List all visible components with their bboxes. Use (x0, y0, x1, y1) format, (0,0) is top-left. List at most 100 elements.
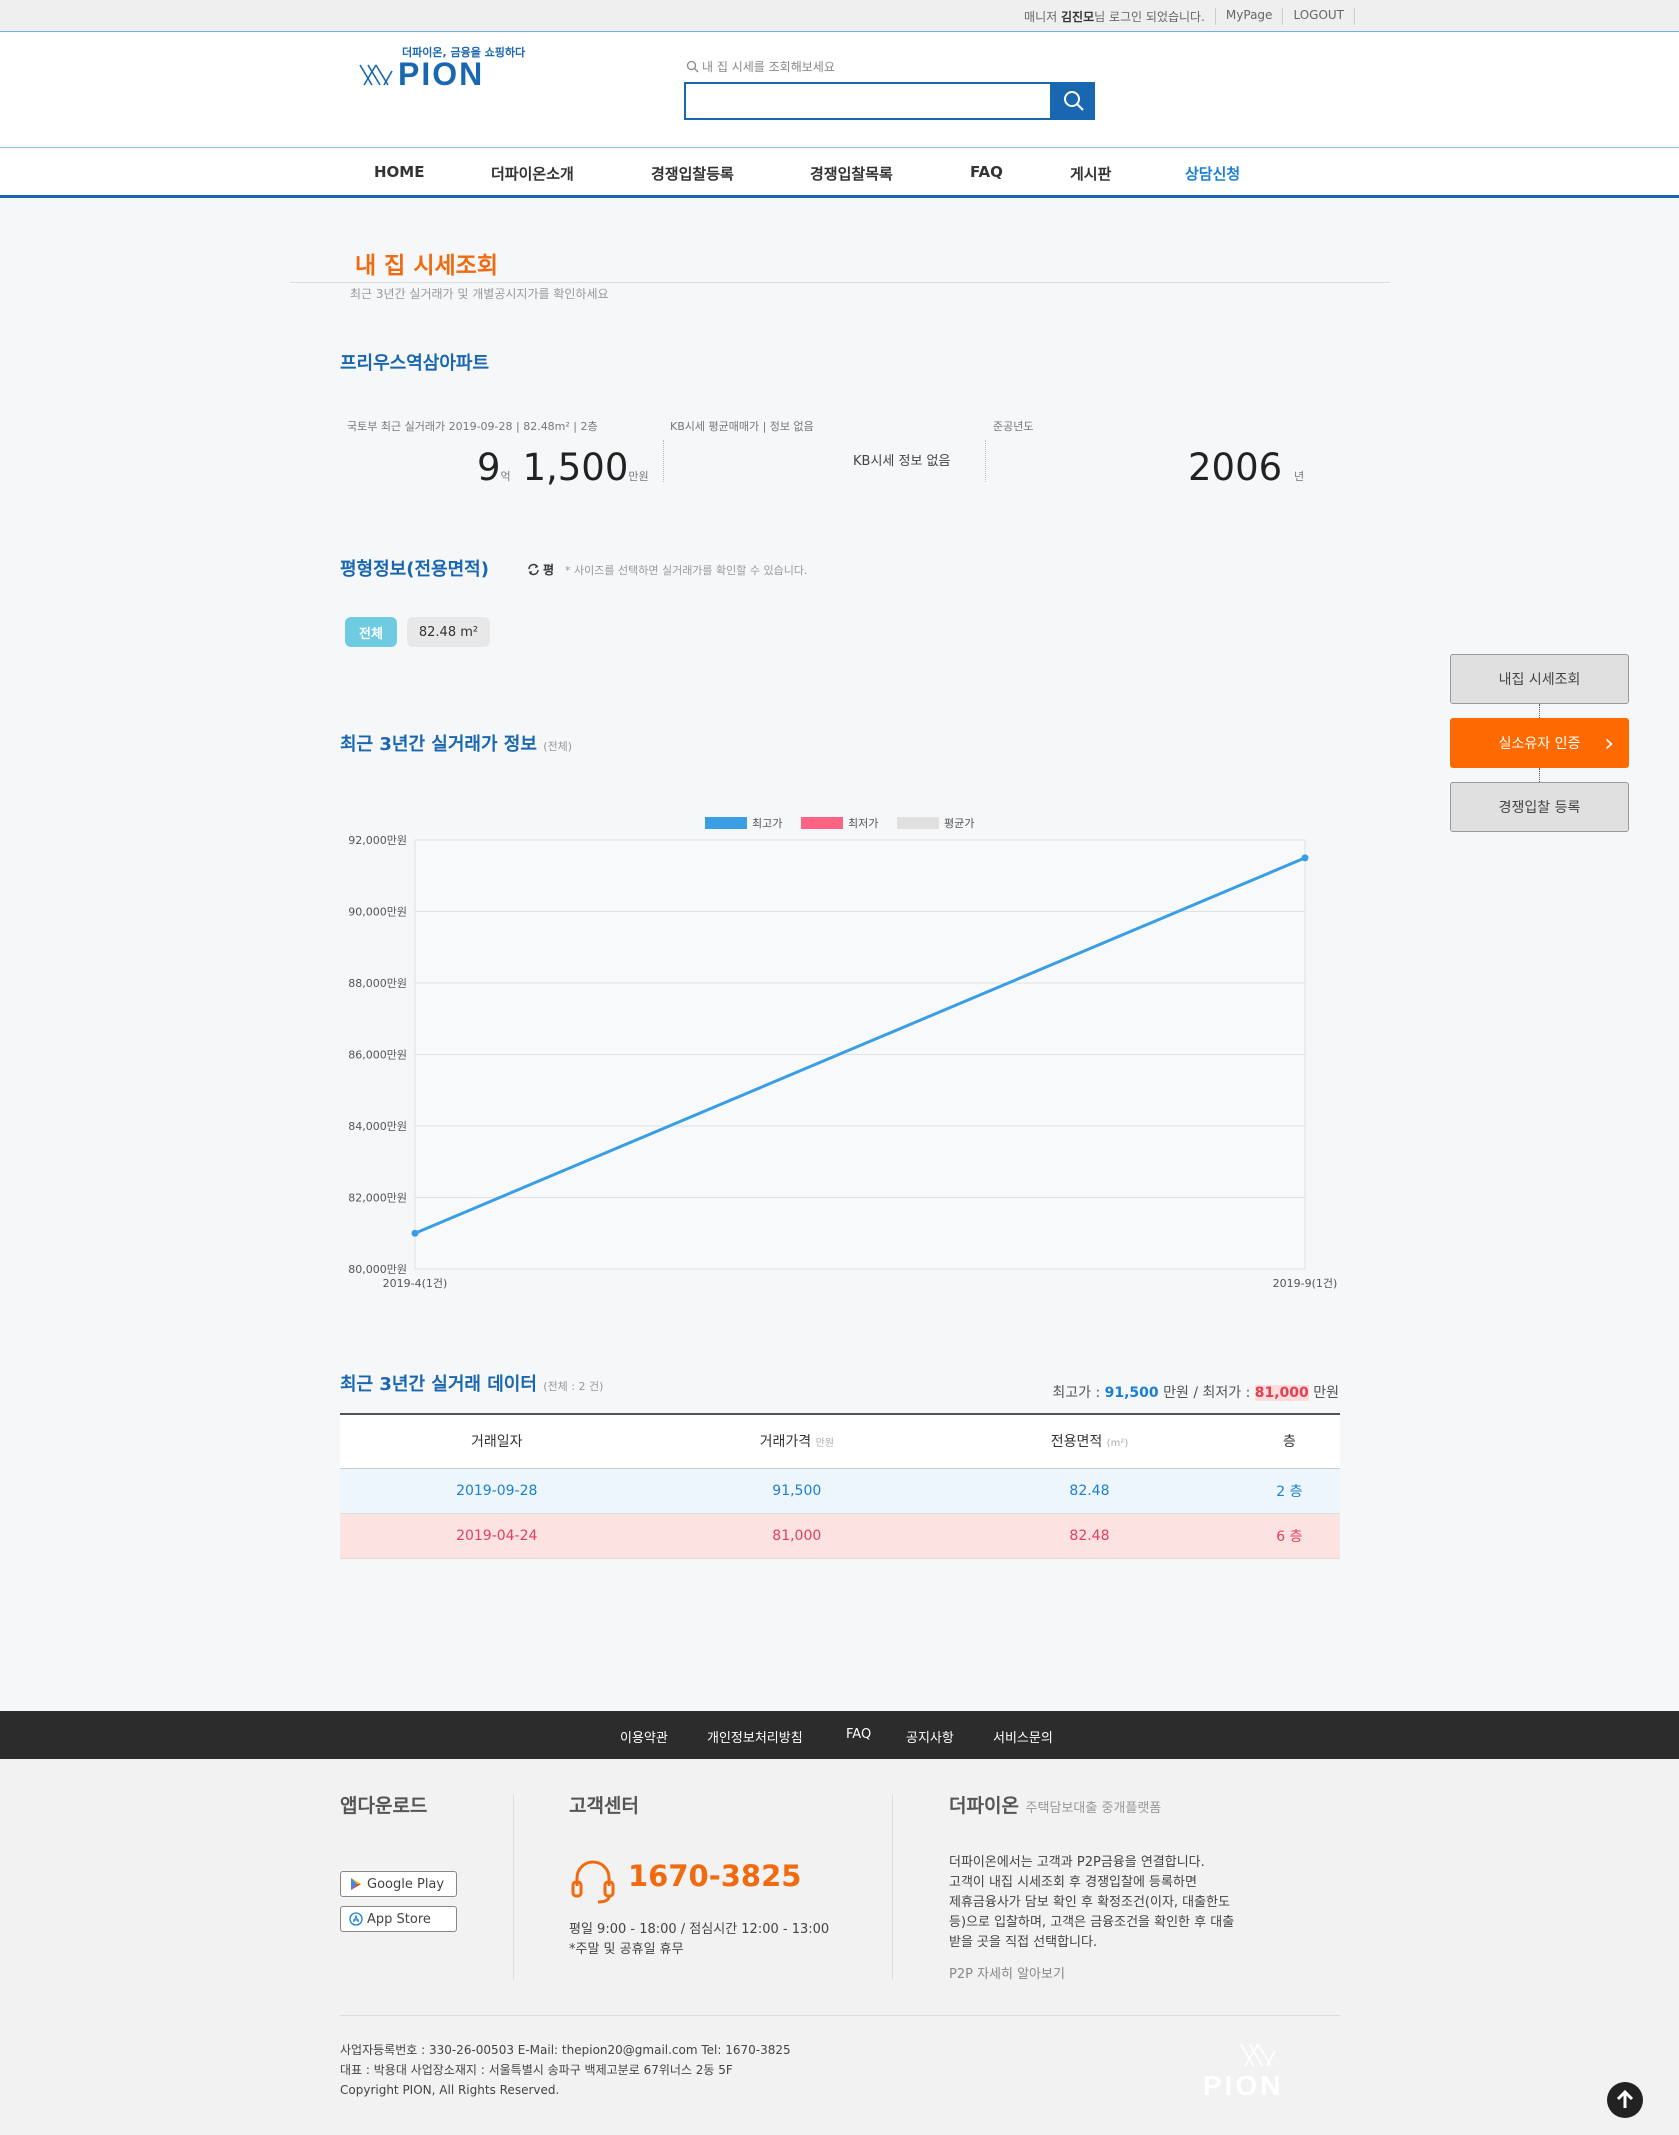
about-title: 더파이온 주택담보대출 중개플랫폼 (949, 1791, 1161, 1818)
summary-max-label: 최고가 : (1052, 1385, 1101, 1401)
login-greeting: 매니저 김진모님 로그인 되었습니다. (1014, 8, 1216, 25)
y-tick-label: 82,000만원 (348, 1192, 407, 1205)
about-line: 고객이 내집 시세조회 후 경쟁입찰에 등록하면 (949, 1875, 1197, 1890)
size-info-title: 평형정보(전용면적) (340, 559, 489, 580)
nav-about[interactable]: 더파이온소개 (491, 163, 574, 184)
nav-bid-list[interactable]: 경쟁입찰목록 (810, 163, 893, 184)
nav-consult[interactable]: 상담신청 (1185, 163, 1240, 184)
side-price-lookup-button[interactable]: 내집 시세조회 (1450, 654, 1629, 704)
stat-divider (985, 440, 986, 482)
scroll-top-button[interactable] (1607, 2082, 1643, 2118)
footer-notice-link[interactable]: 공지사항 (906, 1727, 954, 1746)
side-connector (1539, 768, 1540, 782)
side-bid-register-button[interactable]: 경쟁입찰 등록 (1450, 782, 1629, 832)
size-chip-82[interactable]: 82.48 m² (407, 617, 490, 647)
table-title-tag: (전체 : 2 건) (543, 1380, 604, 1393)
search-button[interactable] (1052, 82, 1095, 120)
search-hint: 내 집 시세를 조회해보세요 (686, 58, 835, 75)
year-unit: 년 (1293, 470, 1305, 483)
year-value: 2006 년 (1188, 446, 1304, 489)
kb-value: KB시세 정보 없음 (853, 454, 951, 469)
nav-faq[interactable]: FAQ (970, 163, 1003, 181)
about-title-text: 더파이온 (949, 1795, 1019, 1817)
col-price: 거래가격 만원 (653, 1413, 941, 1469)
trade-label: 국토부 최근 실거래가 2019-09-28 | 82.48m² | 2층 (347, 420, 598, 433)
about-line: 등)으로 입찰하며, 고객은 금융조건을 확인한 후 대출 (949, 1915, 1235, 1930)
cell-price: 81,000 (653, 1513, 941, 1559)
footer-privacy-link[interactable]: 개인정보처리방침 (707, 1727, 803, 1746)
user-name: 김진모 (1060, 10, 1095, 24)
page-subtitle: 최근 3년간 실거래가 및 개별공시지가를 확인하세요 (350, 287, 609, 301)
page-title: 내 집 시세조회 (355, 253, 498, 279)
nav-board[interactable]: 게시판 (1070, 163, 1111, 184)
eok-unit: 억 (500, 470, 511, 483)
summary-max-value: 91,500 (1104, 1385, 1159, 1401)
search-hint-text: 내 집 시세를 조회해보세요 (702, 60, 835, 74)
unit-toggle[interactable]: 평 (527, 561, 554, 578)
trade-man: 1,500 (522, 446, 629, 489)
legend-swatch (801, 817, 843, 829)
about-description: 더파이온에서는 고객과 P2P금융을 연결합니다. 고객이 내집 시세조회 후 … (949, 1853, 1234, 1953)
main-nav: HOME 더파이온소개 경쟁입찰등록 경쟁입찰목록 FAQ 게시판 상담신청 (0, 149, 1679, 198)
search-icon (1063, 91, 1084, 111)
trade-price: 9억 1,500만원 (477, 446, 649, 489)
about-line: 받을 곳을 직접 선택합니다. (949, 1935, 1098, 1950)
customer-center-title: 고객센터 (569, 1795, 639, 1817)
man-unit: 만원 (628, 470, 649, 483)
footer-faq-link[interactable]: FAQ (846, 1727, 871, 1742)
price-summary: 최고가 : 91,500 만원 / 최저가 : 81,000 만원 (1052, 1382, 1339, 1402)
table-title-text: 최근 3년간 실거래 데이터 (340, 1374, 537, 1395)
app-store-icon (349, 1912, 363, 1926)
trade-eok: 9 (477, 446, 501, 489)
p2p-more-link[interactable]: P2P 자세히 알아보기 (949, 1965, 1065, 1985)
year-number: 2006 (1188, 446, 1283, 489)
nav-bid-register[interactable]: 경쟁입찰등록 (651, 163, 734, 184)
search-hint-icon (686, 60, 699, 73)
col-date-label: 거래일자 (470, 1434, 523, 1451)
chart-title-text: 최근 3년간 실거래가 정보 (340, 734, 537, 755)
business-line: 사업자등록번호 : 330-26-00503 E-Mail: thepion20… (340, 2043, 791, 2057)
footer-divider (513, 1795, 514, 1980)
mypage-link[interactable]: MyPage (1216, 8, 1284, 25)
about-subtitle: 주택담보대출 중개플랫폼 (1025, 1801, 1162, 1816)
price-line-chart: 80,000만원 82,000만원 84,000만원 86,000만원 88,000만원… (348, 817, 1338, 1290)
table-header-row: 거래일자 거래가격 만원 전용면적 (m²) 층 (340, 1413, 1340, 1469)
copyright: Copyright PION, All Rights Reserved. (340, 2083, 560, 2097)
x-tick-label: 2019-9(1건) (1273, 1277, 1338, 1290)
side-owner-verify-button[interactable]: 실소유자 인증 › (1450, 718, 1629, 768)
side-connector (1539, 704, 1540, 718)
app-store-button[interactable]: App Store (340, 1906, 457, 1932)
logo[interactable]: 더파이온, 금융을 쇼핑하다 PION (358, 44, 525, 94)
search-input[interactable] (684, 82, 1052, 120)
cell-date: 2019-09-28 (340, 1468, 654, 1514)
footer-inquiry-link[interactable]: 서비스문의 (993, 1727, 1053, 1746)
kb-label: KB시세 평균매매가 | 정보 없음 (670, 420, 814, 433)
side-owner-verify-label: 실소유자 인증 (1498, 736, 1581, 752)
google-play-button[interactable]: Google Play (340, 1871, 457, 1897)
summary-min-value: 81,000 (1254, 1385, 1309, 1401)
col-price-unit: 만원 (815, 1438, 834, 1450)
nav-home[interactable]: HOME (374, 163, 424, 181)
cell-area: 82.48 (940, 1468, 1239, 1514)
phone-number[interactable]: 1670-3825 (628, 1859, 801, 1893)
size-chip-all[interactable]: 전체 (345, 617, 397, 647)
legend-swatch (705, 817, 747, 829)
app-store-label: App Store (367, 1911, 431, 1927)
top-bar: 매니저 김진모님 로그인 되었습니다. MyPage LOGOUT (0, 0, 1679, 32)
data-point (411, 1229, 419, 1237)
transaction-table: 거래일자 거래가격 만원 전용면적 (m²) 층 2019-09-28 91,5… (340, 1413, 1340, 1559)
google-play-label: Google Play (367, 1876, 445, 1892)
cell-date: 2019-04-24 (340, 1513, 654, 1559)
logout-link[interactable]: LOGOUT (1283, 8, 1355, 25)
chart-title-tag: (전체) (543, 740, 573, 753)
footer-line (340, 2015, 1340, 2016)
cell-floor: 2 층 (1238, 1468, 1340, 1514)
logo-mark-icon (359, 64, 393, 86)
summary-min-label: 만원 / 최저가 : (1163, 1385, 1251, 1401)
chevron-right-icon: › (1604, 729, 1614, 757)
x-tick-label: 2019-4(1건) (383, 1277, 448, 1290)
summary-unit: 만원 (1313, 1385, 1339, 1401)
footer-terms-link[interactable]: 이용약관 (620, 1727, 668, 1746)
legend-label: 최저가 (848, 817, 878, 830)
business-info: 사업자등록번호 : 330-26-00503 E-Mail: thepion20… (340, 2040, 791, 2100)
